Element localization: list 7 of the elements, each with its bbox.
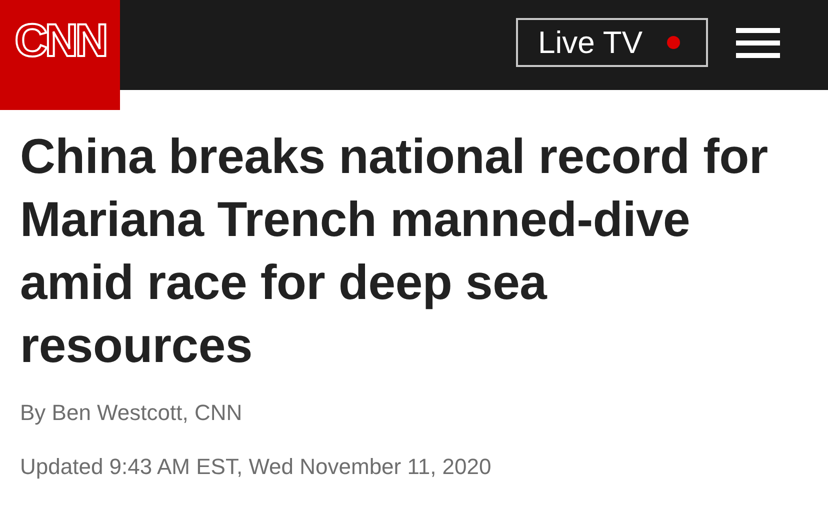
byline: By Ben Westcott, CNN xyxy=(20,400,244,426)
menu-icon[interactable] xyxy=(736,28,780,58)
logo[interactable]: CNN xyxy=(0,0,120,110)
live-tv-button[interactable]: Live TV xyxy=(516,18,708,67)
headline: China breaks national record for Mariana Trench manned-dive amid race for deep sea resources xyxy=(20,129,769,375)
live-dot-icon xyxy=(666,36,680,49)
timestamp: Updated 9:43 AM EST, Wed November 11, 2020 xyxy=(20,454,492,480)
